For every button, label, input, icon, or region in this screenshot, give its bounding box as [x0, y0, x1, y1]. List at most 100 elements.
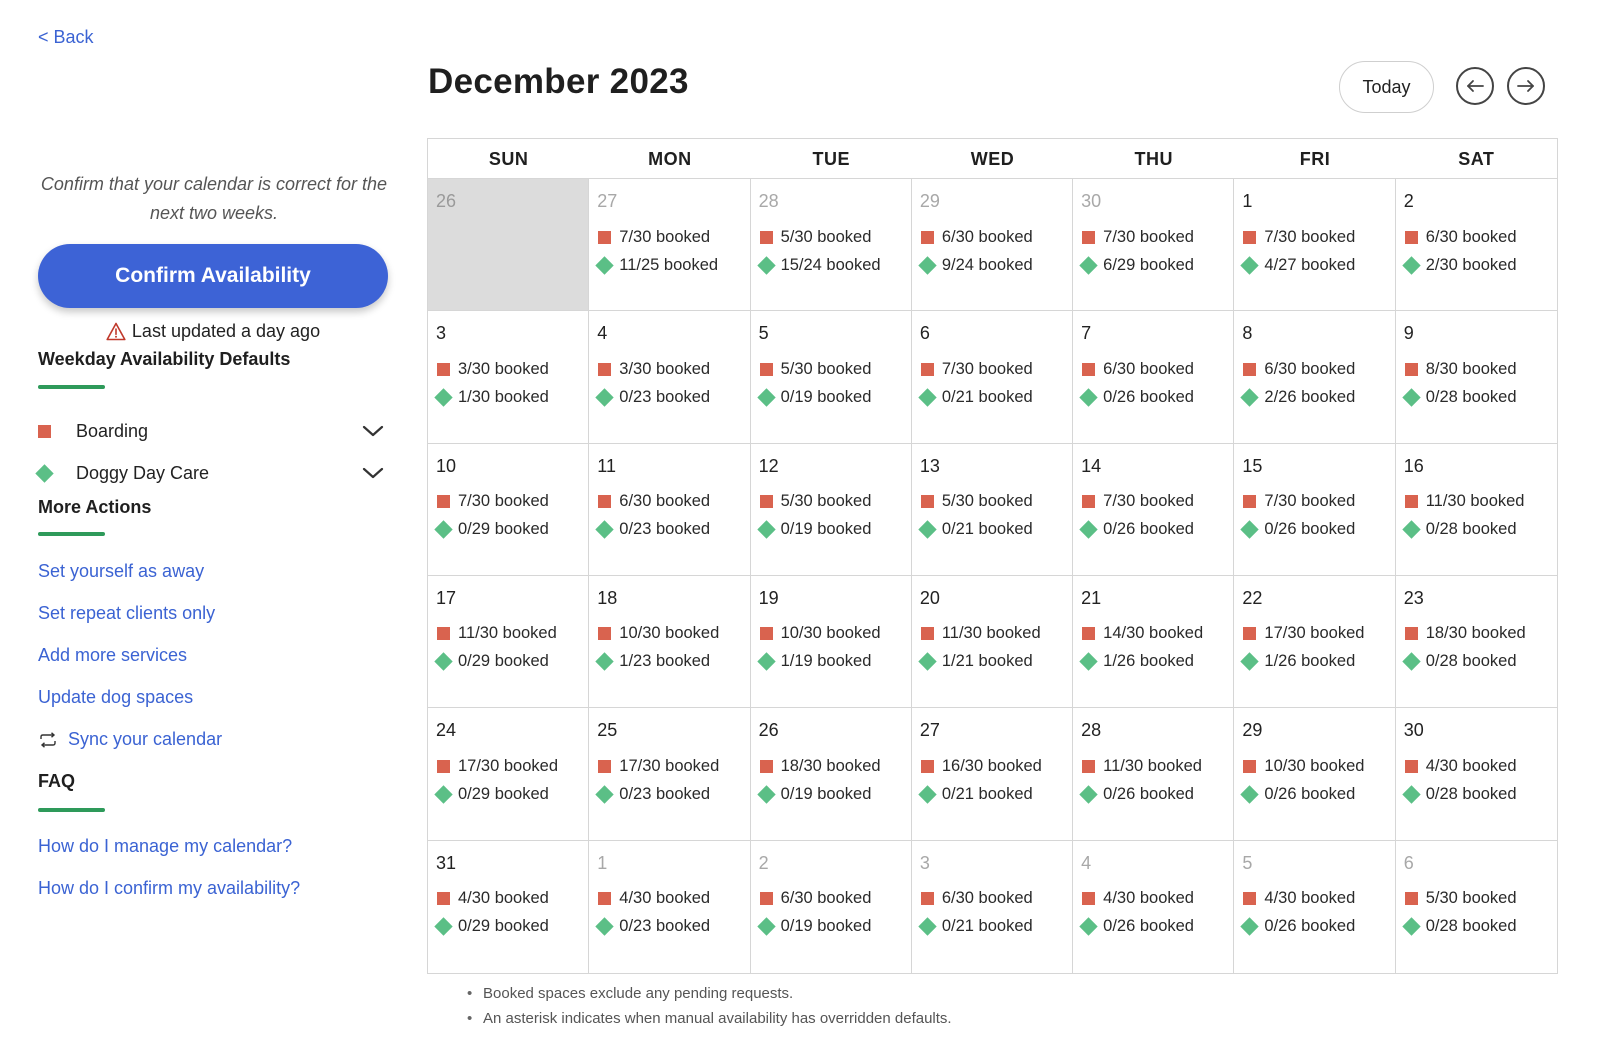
calendar-day-cell[interactable]: 19 10/30 booked 1/19 booked — [750, 575, 912, 709]
confirm-instructions: Confirm that your calendar is correct fo… — [40, 174, 388, 223]
boarding-square-icon — [920, 759, 934, 773]
boarding-booking: 11/30 booked — [436, 620, 588, 648]
daycare-booking: 0/26 booked — [1240, 780, 1394, 808]
confirm-availability-button[interactable]: Confirm Availability — [38, 244, 388, 308]
calendar-day-cell[interactable]: 29 6/30 booked 9/24 booked — [911, 179, 1074, 312]
day-number: 31 — [436, 852, 457, 873]
calendar-day-cell[interactable]: 4 4/30 booked 0/26 booked — [1073, 840, 1235, 973]
calendar-day-cell[interactable]: 7 6/30 booked 0/26 booked — [1073, 311, 1235, 444]
calendar-day-cell[interactable]: 30 7/30 booked 6/29 booked — [1073, 179, 1235, 312]
calendar-day-cell[interactable]: 28 11/30 booked 0/26 booked — [1073, 708, 1235, 841]
calendar-day-cell[interactable]: 23 18/30 booked 0/28 booked — [1395, 576, 1557, 709]
daycare-booking: 0/21 booked — [918, 383, 1072, 411]
boarding-square-icon — [1243, 230, 1257, 244]
daycare-diamond-icon — [1402, 388, 1421, 407]
daycare-booking: 0/26 booked — [1079, 516, 1233, 544]
sync-calendar-link[interactable]: Sync your calendar — [38, 729, 222, 750]
calendar-notes: Booked spaces exclude any pending reques… — [467, 981, 952, 1031]
calendar-day-cell[interactable]: 1 4/30 booked 0/23 booked — [589, 840, 751, 973]
day-number: 30 — [1081, 191, 1102, 211]
calendar-day-cell[interactable]: 6 5/30 booked 0/28 booked — [1396, 841, 1557, 973]
calendar-day-cell[interactable]: 16 11/30 booked 0/28 booked — [1395, 444, 1557, 576]
calendar-day-cell[interactable]: 6 7/30 booked 0/21 booked — [911, 311, 1074, 444]
section-underline — [38, 532, 105, 536]
faq-manage-calendar-link[interactable]: How do I manage my calendar? — [38, 836, 292, 857]
calendar-day-cell[interactable]: 5 4/30 booked 0/26 booked — [1234, 840, 1396, 973]
set-repeat-clients-link[interactable]: Set repeat clients only — [38, 603, 215, 624]
calendar-day-cell[interactable]: 11 6/30 booked 0/23 booked — [589, 443, 751, 576]
add-services-link[interactable]: Add more services — [38, 645, 187, 666]
boarding-booked-text: 5/30 booked — [780, 492, 872, 511]
day-number: 3 — [919, 852, 930, 873]
calendar-day-cell[interactable]: 3 3/30 booked 1/30 booked — [428, 311, 590, 444]
calendar-day-cell[interactable]: 31 4/30 booked 0/29 booked — [428, 840, 590, 973]
next-month-button[interactable] — [1507, 67, 1545, 105]
chevron-down-icon[interactable] — [362, 424, 384, 438]
calendar-day-cell[interactable]: 1 7/30 booked 4/27 booked — [1234, 179, 1396, 312]
weekday-label: THU — [1134, 149, 1174, 169]
service-daycare-row[interactable]: Doggy Day Care — [35, 458, 388, 488]
calendar-day-cell[interactable]: 12 5/30 booked 0/19 booked — [750, 443, 912, 576]
calendar-day-cell[interactable]: 15 7/30 booked 0/26 booked — [1234, 443, 1396, 576]
daycare-booking: 0/21 booked — [918, 516, 1072, 544]
daycare-booking: 0/21 booked — [918, 913, 1072, 941]
daycare-diamond-icon — [434, 917, 453, 936]
daycare-booked-text: 6/29 booked — [1103, 255, 1194, 274]
daycare-diamond-icon — [918, 652, 937, 672]
calendar-day-cell[interactable]: 2 6/30 booked 2/30 booked — [1395, 179, 1557, 312]
daycare-booked-text: 0/23 booked — [619, 520, 711, 539]
daycare-diamond-icon — [1079, 255, 1098, 275]
calendar-day-cell[interactable]: 28 5/30 booked 15/24 booked — [750, 179, 912, 312]
service-boarding-row[interactable]: Boarding — [38, 416, 388, 446]
boarding-square-icon — [1243, 627, 1257, 641]
calendar-day-cell[interactable]: 27 7/30 booked 11/25 booked — [589, 179, 751, 312]
update-dog-spaces-link[interactable]: Update dog spaces — [38, 687, 193, 708]
calendar-day-cell[interactable]: 9 8/30 booked 0/28 booked — [1395, 311, 1557, 444]
daycare-booking: 1/21 booked — [918, 648, 1072, 676]
daycare-booking: 0/29 booked — [434, 516, 588, 544]
set-away-link[interactable]: Set yourself as away — [38, 561, 204, 582]
calendar-day-cell[interactable]: 14 7/30 booked 0/26 booked — [1073, 443, 1235, 576]
boarding-square-icon — [1082, 759, 1096, 773]
boarding-booking: 7/30 booked — [597, 223, 749, 251]
calendar-day-cell[interactable]: 5 5/30 booked 0/19 booked — [750, 311, 912, 444]
back-link[interactable]: < Back — [38, 27, 94, 48]
calendar-day-cell[interactable]: 26 18/30 booked 0/19 booked — [750, 708, 912, 841]
calendar-day-cell[interactable]: 3 6/30 booked 0/21 booked — [912, 840, 1074, 973]
calendar-day-cell[interactable]: 21 14/30 booked 1/26 booked — [1073, 575, 1235, 709]
calendar-day-cell[interactable]: 30 4/30 booked 0/28 booked — [1395, 708, 1557, 841]
day-number: 6 — [1403, 852, 1414, 873]
calendar-day-cell[interactable]: 26 — [428, 179, 590, 312]
calendar-day-cell[interactable]: 24 17/30 booked 0/29 booked — [428, 708, 590, 841]
calendar-day-cell[interactable]: 4 3/30 booked 0/23 booked — [589, 311, 751, 444]
daycare-booked-text: 0/26 booked — [1264, 520, 1356, 539]
today-button[interactable]: Today — [1339, 61, 1434, 113]
calendar-day-cell[interactable]: 17 11/30 booked 0/29 booked — [428, 575, 590, 709]
prev-month-button[interactable] — [1456, 67, 1494, 105]
more-actions-title: More Actions — [38, 497, 152, 517]
calendar-day-cell[interactable]: 29 10/30 booked 0/26 booked — [1234, 708, 1396, 841]
weekday-label: SUN — [488, 149, 529, 169]
calendar-day-cell[interactable]: 27 16/30 booked 0/21 booked — [911, 708, 1074, 841]
calendar-day-cell[interactable]: 18 10/30 booked 1/23 booked — [589, 575, 751, 709]
chevron-down-icon[interactable] — [362, 466, 384, 480]
daycare-booking: 2/30 booked — [1402, 251, 1557, 279]
daycare-booking: 11/25 booked — [595, 251, 749, 279]
faq-confirm-availability-link[interactable]: How do I confirm my availability? — [38, 878, 300, 899]
day-number: 25 — [597, 720, 618, 741]
daycare-booked-text: 0/23 booked — [619, 387, 711, 406]
daycare-booked-text: 1/26 booked — [1264, 652, 1356, 671]
boarding-booking: 5/30 booked — [920, 488, 1072, 516]
calendar-day-cell[interactable]: 13 5/30 booked 0/21 booked — [911, 443, 1074, 576]
calendar-day-cell[interactable]: 22 17/30 booked 1/26 booked — [1234, 575, 1396, 709]
daycare-booking: 1/19 booked — [756, 648, 911, 676]
calendar-day-cell[interactable]: 10 7/30 booked 0/29 booked — [428, 443, 590, 576]
calendar-day-cell[interactable]: 20 11/30 booked 1/21 booked — [911, 575, 1074, 709]
daycare-booked-text: 2/30 booked — [1425, 255, 1517, 274]
calendar-day-cell[interactable]: 8 6/30 booked 2/26 booked — [1234, 311, 1396, 444]
daycare-booking: 0/19 booked — [756, 383, 911, 411]
day-number: 3 — [436, 323, 447, 344]
calendar-day-cell[interactable]: 25 17/30 booked 0/23 booked — [589, 708, 751, 841]
boarding-booked-text: 7/30 booked — [1103, 492, 1194, 511]
calendar-day-cell[interactable]: 2 6/30 booked 0/19 booked — [751, 840, 912, 973]
